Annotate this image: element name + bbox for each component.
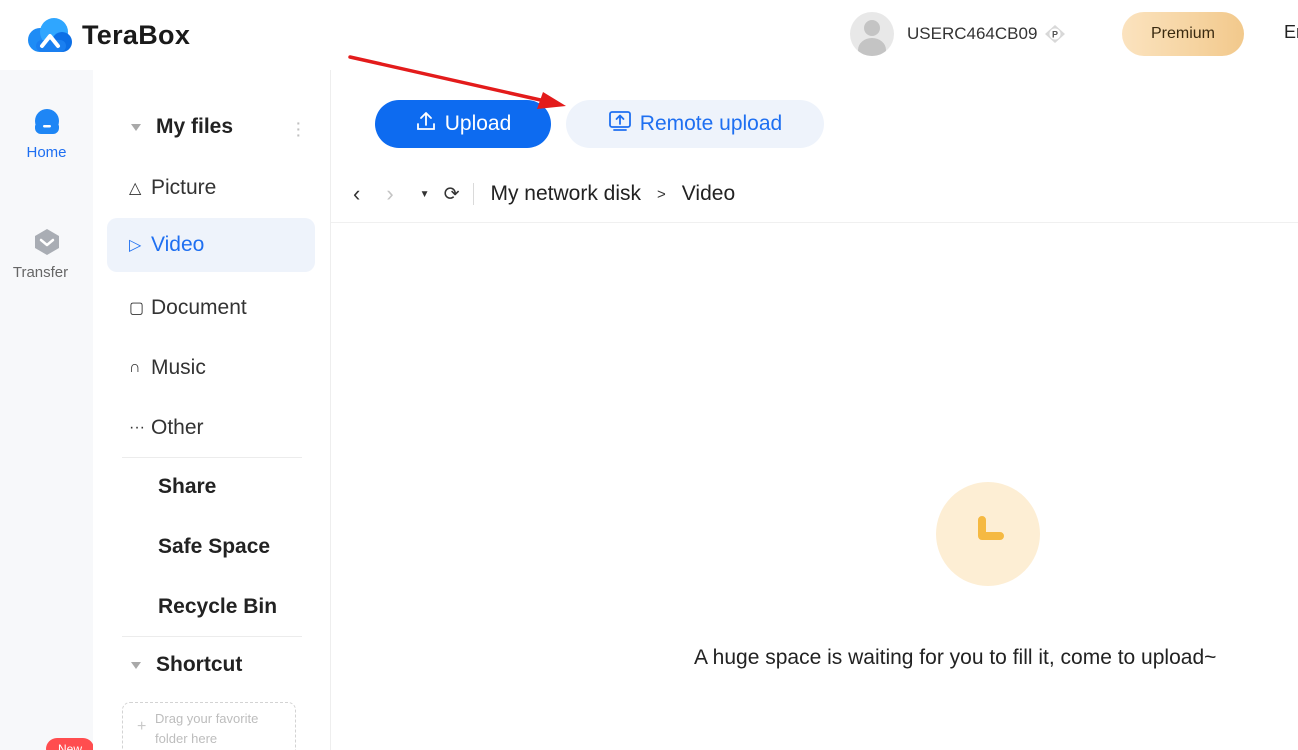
app-logo[interactable]: TeraBox (24, 16, 190, 54)
document-icon: ▢ (129, 300, 145, 317)
breadcrumb-current: Video (681, 182, 736, 205)
sidebar-item-share[interactable]: Share (107, 460, 315, 514)
avatar[interactable] (850, 12, 894, 56)
rail-item-home[interactable]: Home (0, 106, 93, 161)
breadcrumb: ‹ › ▼ ⟳ My network disk > Video (353, 178, 735, 210)
top-bar: TeraBox USERC464CB09 P Premium Er (0, 0, 1298, 70)
sidebar-item-other[interactable]: ··· Other (107, 401, 315, 455)
sidebar-item-safe-space[interactable]: Safe Space (107, 520, 315, 574)
transfer-icon (31, 226, 63, 258)
main-content: Upload Remote upload ‹ › ▼ ⟳ My network … (331, 70, 1298, 750)
sidebar-divider (122, 457, 302, 458)
sidebar-shortcut[interactable]: Shortcut (107, 638, 315, 692)
rail-label-transfer: Transfer (12, 264, 69, 281)
username[interactable]: USERC464CB09 (907, 24, 1037, 44)
plus-icon: + (137, 718, 147, 735)
breadcrumb-root[interactable]: My network disk (490, 182, 641, 206)
more-icon: ··· (129, 419, 145, 436)
play-icon: ▷ (129, 237, 142, 254)
sidebar-divider (122, 636, 302, 637)
sidebar-item-label: Picture (151, 176, 217, 199)
breadcrumb-divider (473, 183, 475, 205)
rail-item-transfer[interactable]: Transfer (0, 226, 93, 281)
sidebar-item-label: Other (151, 416, 204, 439)
sidebar-item-video[interactable]: ▷ Video (107, 218, 315, 272)
app-name: TeraBox (82, 19, 191, 50)
shortcut-drop-zone[interactable]: + Drag your favorite folder here (122, 702, 296, 750)
remote-upload-label: Remote upload (639, 112, 783, 135)
drop-hint-line1: Drag your favorite (155, 711, 259, 726)
sidebar-item-recycle-bin[interactable]: Recycle Bin (107, 580, 315, 634)
premium-button[interactable]: Premium (1122, 12, 1244, 56)
upload-label: Upload (444, 112, 512, 135)
rail-label-home: Home (26, 144, 67, 161)
kebab-menu-icon[interactable]: · · · (296, 116, 301, 142)
toolbar-divider (331, 222, 1298, 223)
collapse-triangle-icon[interactable] (131, 661, 141, 669)
sidebar-item-label: Document (151, 296, 247, 319)
sidebar-item-picture[interactable]: △ Picture (107, 161, 315, 215)
empty-state-message: A huge space is waiting for you to fill … (694, 646, 1217, 669)
sidebar-item-label: Music (151, 356, 206, 379)
sidebar: My files · · · △ Picture ▷ Video ▢ Documen… (93, 70, 331, 750)
sidebar-my-files-label: My files (156, 115, 234, 138)
left-rail: Home Transfer New (0, 70, 94, 750)
picture-icon: △ (129, 180, 142, 197)
sidebar-item-document[interactable]: ▢ Document (107, 281, 315, 335)
svg-text:P: P (1052, 30, 1058, 40)
headphones-icon: ∩ (129, 359, 141, 376)
premium-p-icon: P (1043, 24, 1067, 44)
upload-button[interactable]: Upload (375, 100, 551, 148)
new-badge: New (46, 738, 94, 750)
empty-clock-icon (936, 482, 1040, 586)
sidebar-shortcut-label: Shortcut (156, 653, 243, 676)
history-dropdown-icon[interactable]: ▼ (420, 189, 430, 200)
sidebar-my-files[interactable]: My files · · · (107, 100, 315, 154)
cloud-home-icon (31, 106, 63, 138)
sidebar-item-music[interactable]: ∩ Music (107, 341, 315, 395)
refresh-icon[interactable]: ⟳ (444, 183, 460, 206)
upload-icon (415, 110, 437, 138)
user-menu[interactable]: USERC464CB09 P (850, 12, 1067, 56)
breadcrumb-separator: > (657, 185, 666, 203)
language-selector[interactable]: Er (1284, 22, 1298, 43)
sidebar-item-label: Video (151, 233, 205, 256)
drop-hint-line2: folder here (155, 731, 218, 746)
forward-icon[interactable]: › (386, 181, 393, 207)
terabox-logo-icon (24, 16, 74, 54)
collapse-triangle-icon[interactable] (131, 123, 141, 131)
remote-upload-icon (608, 110, 632, 138)
back-icon[interactable]: ‹ (353, 181, 360, 207)
remote-upload-button[interactable]: Remote upload (566, 100, 824, 148)
